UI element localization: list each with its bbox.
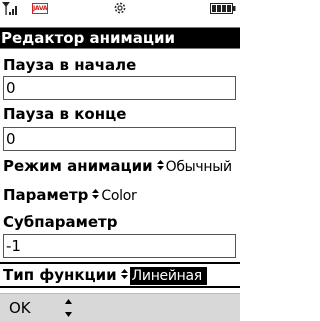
up-down-arrows-icon	[65, 299, 72, 317]
up-down-arrow-icon	[92, 189, 100, 199]
pause-start-field[interactable]: 0	[3, 76, 236, 100]
softkey-bar: OK	[0, 293, 240, 321]
func-type-label: Тип функции	[3, 266, 117, 284]
java-app-icon: JAVA	[32, 3, 48, 14]
parameter-label: Параметр	[3, 186, 89, 204]
pause-end-label: Пауза в конце	[3, 105, 127, 123]
anim-mode-value: Обычный	[165, 159, 232, 175]
ok-softkey[interactable]: OK	[9, 298, 31, 318]
status-bar: JAVA	[0, 0, 240, 18]
pause-end-field[interactable]: 0	[3, 127, 236, 151]
form-title: Редактор анимации	[0, 27, 240, 49]
subparameter-field[interactable]: -1	[3, 234, 236, 258]
anim-mode-choice[interactable]: Режим анимации Обычный	[3, 156, 232, 176]
func-type-choice[interactable]: Тип функции Линейная	[3, 265, 207, 285]
pause-start-label: Пауза в начале	[3, 56, 137, 74]
parameter-value: Color	[101, 188, 137, 204]
battery-icon	[210, 3, 236, 14]
gear-icon	[114, 2, 126, 14]
parameter-choice[interactable]: Параметр Color	[3, 185, 137, 205]
subparameter-label: Субпараметр	[3, 213, 118, 231]
anim-mode-label: Режим анимации	[3, 157, 153, 175]
up-down-arrow-icon	[120, 269, 128, 279]
func-type-value: Линейная	[129, 267, 207, 285]
signal-icon	[2, 2, 17, 15]
up-down-arrow-icon	[156, 160, 164, 170]
